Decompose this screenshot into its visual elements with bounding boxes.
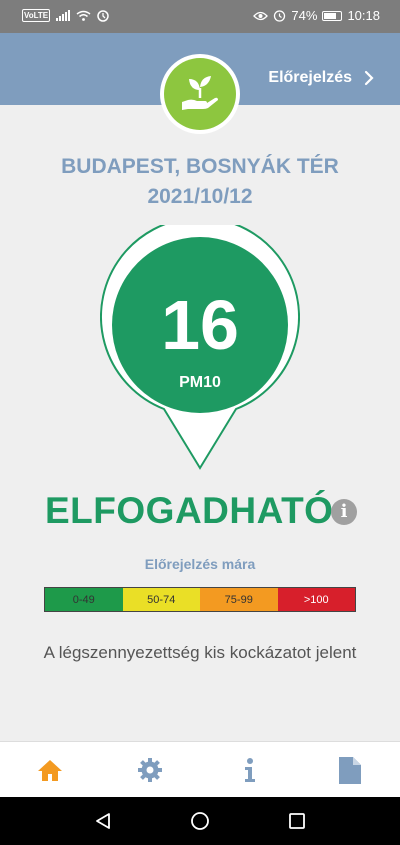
forecast-scale: 0-49 50-74 75-99 >100 [44, 587, 356, 612]
tab-documents[interactable] [300, 742, 400, 798]
scale-segment-fair: 50-74 [122, 588, 200, 611]
volte-badge: VoLTE [22, 9, 51, 22]
info-icon[interactable]: i [331, 499, 357, 525]
battery-percent: 74% [291, 8, 318, 23]
app-logo [160, 54, 240, 134]
recents-button[interactable] [282, 806, 312, 836]
forecast-today-label: Előrejelzés mára [144, 556, 256, 572]
data-saver-icon [97, 9, 109, 22]
air-quality-status: ELFOGADHATÓ [45, 490, 334, 531]
scale-segment-good: 0-49 [45, 588, 123, 611]
chevron-right-icon [364, 70, 374, 86]
signal-icon [56, 10, 71, 21]
station-name: BUDAPEST, BOSNYÁK TÉR [61, 155, 339, 178]
home-circle-icon [191, 812, 209, 830]
forecast-link-label: Előrejelzés [268, 69, 352, 86]
status-bar: VoLTE 74% 10:18 [0, 0, 400, 33]
clock: 10:18 [347, 8, 380, 23]
tab-home[interactable] [0, 742, 100, 798]
scale-segment-poor: >100 [277, 588, 355, 611]
recents-icon [288, 813, 305, 829]
risk-description: A légszennyezettség kis kockázatot jelen… [43, 643, 357, 662]
home-icon [38, 760, 62, 781]
wifi-icon [76, 10, 91, 21]
back-button[interactable] [88, 806, 118, 836]
tab-bar [0, 741, 400, 798]
measurement-date: 2021/10/12 [147, 185, 253, 208]
tab-settings[interactable] [100, 742, 200, 798]
home-button[interactable] [185, 806, 215, 836]
alarm-icon [274, 10, 286, 22]
scale-segment-moderate: 75-99 [200, 588, 278, 611]
gear-icon [138, 758, 162, 782]
forecast-link[interactable]: Előrejelzés [268, 69, 374, 87]
battery-icon [322, 10, 343, 21]
back-icon [96, 813, 111, 829]
eye-icon [253, 11, 269, 20]
plant-in-hand-icon [182, 76, 218, 110]
system-nav-bar [0, 797, 400, 845]
pollutant-label: PM10 [179, 374, 221, 391]
info-icon [245, 758, 255, 782]
aqi-value: 16 [161, 286, 239, 364]
document-icon [339, 756, 361, 784]
tab-info[interactable] [200, 742, 300, 798]
